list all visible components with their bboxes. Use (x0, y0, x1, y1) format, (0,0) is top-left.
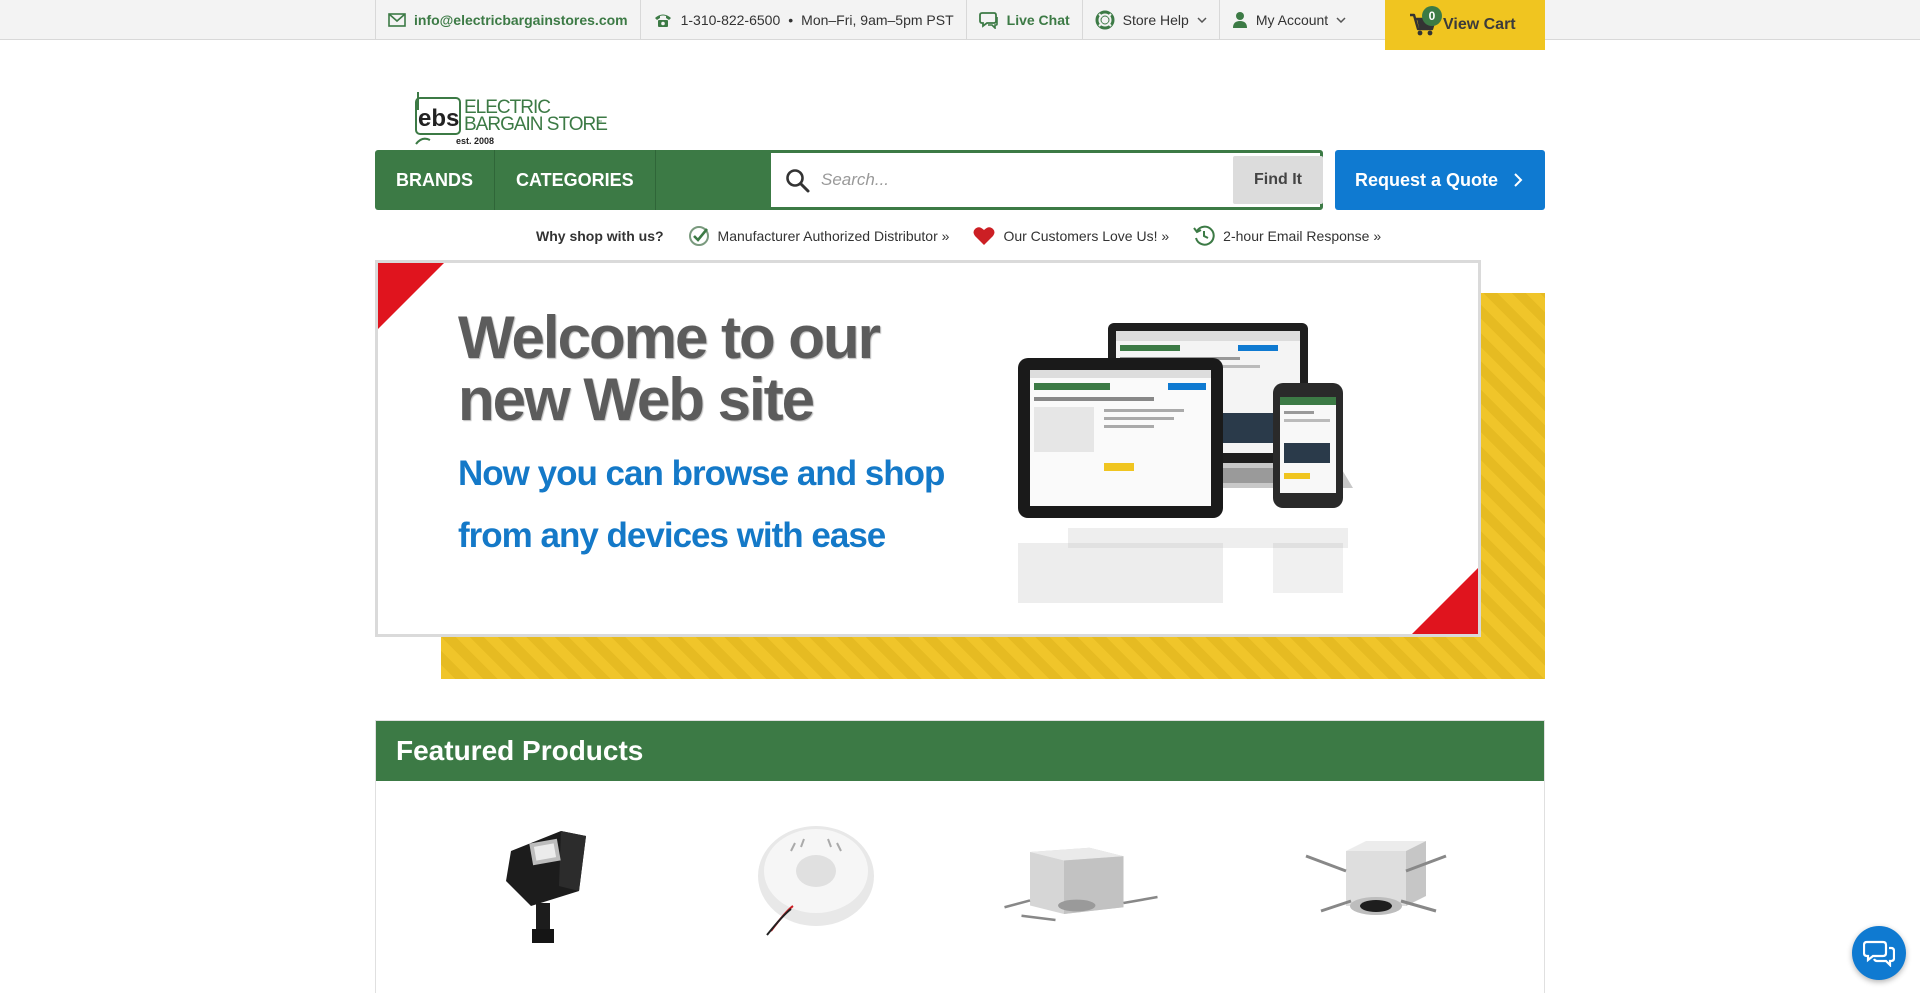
main-nav: BRANDS CATEGORIES Find It Request a Quot… (375, 150, 1545, 210)
chevron-down-icon (1197, 17, 1207, 23)
why-shop-title: Why shop with us? (536, 228, 664, 244)
find-it-button[interactable]: Find It (1233, 156, 1323, 204)
logo-est: est. 2008 (456, 136, 494, 146)
cart-count-badge: 0 (1422, 6, 1442, 26)
request-quote-button[interactable]: Request a Quote (1335, 150, 1545, 210)
top-bar-links: info@electricbargainstores.com 1-310-822… (375, 0, 1358, 40)
my-account-label: My Account (1255, 12, 1329, 28)
logo-tm: ™ (596, 119, 602, 126)
product-image-recessed-light-trim[interactable] (1291, 811, 1461, 961)
lifebuoy-icon (1095, 10, 1115, 30)
why-item-label: Our Customers Love Us! » (1003, 228, 1170, 244)
user-icon (1232, 12, 1247, 28)
heart-icon (973, 227, 995, 245)
chevron-right-icon (1514, 173, 1523, 187)
search-icon (786, 169, 810, 193)
product-image-recessed-housing[interactable] (996, 811, 1166, 961)
my-account-menu[interactable]: My Account (1218, 0, 1358, 40)
live-chat-label: Live Chat (1006, 12, 1070, 28)
email-text: info@electricbargainstores.com (414, 12, 628, 28)
why-shop-bar: Why shop with us? Manufacturer Authorize… (536, 225, 1405, 247)
live-chat-link[interactable]: Live Chat (965, 0, 1082, 40)
product-image-flood-light[interactable] (461, 811, 631, 961)
site-logo[interactable]: ebs ELECTRIC BARGAIN STORE ™ est. 2008 (412, 88, 612, 148)
banner-heading-line1: Welcome to our (458, 304, 881, 371)
featured-products-title: Featured Products (376, 721, 1544, 781)
chat-bubbles-icon (1863, 940, 1895, 967)
why-item-customers[interactable]: Our Customers Love Us! » (973, 226, 1169, 246)
why-item-label: 2-hour Email Response » (1223, 228, 1382, 244)
logo-mark: ebs (418, 105, 459, 132)
banner-subheading: Now you can browse and shop from any dev… (458, 443, 978, 567)
banner-heading-line2: new Web site (458, 366, 815, 433)
brands-menu[interactable]: BRANDS (375, 150, 496, 210)
email-link[interactable]: info@electricbargainstores.com (375, 0, 640, 40)
view-cart-button[interactable]: 0 View Cart (1385, 0, 1545, 50)
banner-heading: Welcome to our new Web site (458, 307, 938, 431)
banner-corner-decoration (1412, 568, 1478, 634)
banner-sub-line1: Now you can browse and shop (458, 454, 945, 493)
product-image-smoke-detector[interactable] (731, 811, 901, 961)
logo-line2: BARGAIN STORE (464, 114, 607, 135)
check-badge-icon (688, 226, 709, 246)
devices-illustration (1018, 323, 1353, 603)
chevron-down-icon (1336, 17, 1346, 23)
search-input[interactable] (821, 163, 1221, 197)
banner-corner-decoration (378, 263, 444, 329)
banner-sub-line2: from any devices with ease (458, 516, 886, 555)
phone-number: 1-310-822-6500 (680, 12, 781, 28)
why-item-label: Manufacturer Authorized Distributor » (717, 228, 950, 244)
featured-products-section: Featured Products (375, 720, 1545, 993)
store-help-menu[interactable]: Store Help (1081, 0, 1219, 40)
request-quote-label: Request a Quote (1355, 169, 1499, 190)
why-item-distributor[interactable]: Manufacturer Authorized Distributor » (688, 225, 950, 247)
welcome-banner[interactable]: Welcome to our new Web site Now you can … (375, 260, 1481, 637)
clock-history-icon (1193, 225, 1215, 246)
search-box: Find It (768, 150, 1323, 210)
business-hours: Mon–Fri, 9am–5pm PST (801, 12, 954, 28)
separator-dot: • (788, 12, 794, 28)
phone-info[interactable]: 1-310-822-6500 • Mon–Fri, 9am–5pm PST (639, 0, 966, 40)
store-help-label: Store Help (1122, 12, 1189, 28)
envelope-icon (388, 13, 406, 27)
why-item-response[interactable]: 2-hour Email Response » (1193, 225, 1381, 247)
top-bar: info@electricbargainstores.com 1-310-822… (0, 0, 1920, 50)
phone-icon (654, 14, 671, 27)
chat-icon (978, 12, 998, 29)
live-chat-widget-button[interactable] (1852, 926, 1906, 980)
categories-menu[interactable]: CATEGORIES (495, 150, 656, 210)
view-cart-label: View Cart (1443, 16, 1516, 33)
